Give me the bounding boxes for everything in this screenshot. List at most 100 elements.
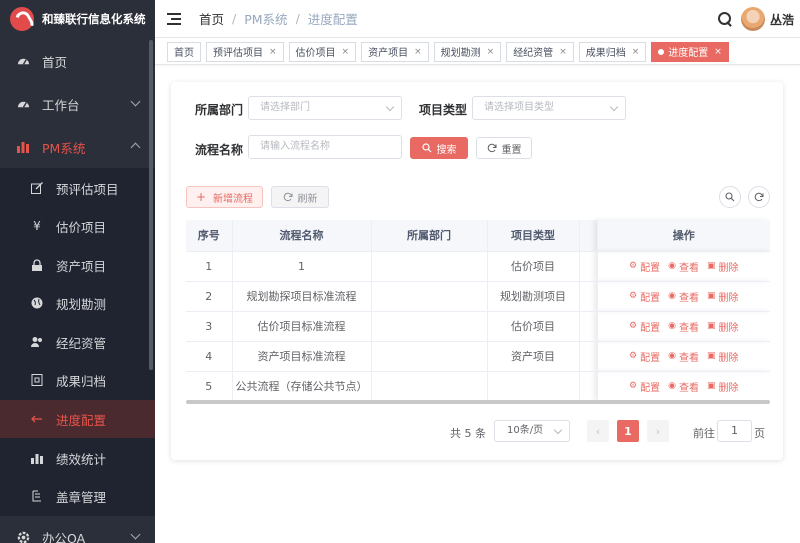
delete-button[interactable]: ▣ 删除 bbox=[707, 259, 739, 274]
close-icon[interactable]: × bbox=[632, 47, 640, 57]
search-button[interactable]: 搜索 bbox=[410, 137, 468, 159]
cell-no: 3 bbox=[186, 311, 233, 342]
edit-icon bbox=[30, 181, 44, 195]
chevron-down-icon bbox=[553, 425, 563, 435]
prev-page-button[interactable]: ‹ bbox=[587, 420, 609, 442]
cell-dept bbox=[371, 371, 488, 402]
tag-assets[interactable]: 资产项目 × bbox=[361, 41, 429, 62]
search-icon bbox=[725, 192, 735, 202]
tag-survey[interactable]: 规划勘测 × bbox=[433, 41, 502, 62]
toggle-search-button[interactable] bbox=[719, 186, 741, 208]
config-button[interactable]: ⚙ 配置 bbox=[629, 349, 660, 364]
config-button[interactable]: ⚙ 配置 bbox=[629, 379, 660, 394]
view-button[interactable]: ◉ 查看 bbox=[668, 379, 699, 394]
cell-no: 5 bbox=[186, 371, 233, 402]
sidebar-item-assets[interactable]: 资产项目 bbox=[0, 246, 155, 284]
sidebar-item-label: 估价项目 bbox=[56, 219, 107, 235]
cell-actions: ⚙ 配置 ◉ 查看 ▣ 删除 bbox=[597, 341, 770, 372]
sidebar-item-label: 预评估项目 bbox=[56, 181, 119, 197]
sidebar-item-survey[interactable]: 规划勘测 bbox=[0, 284, 155, 322]
add-flow-button[interactable]: + 新增流程 bbox=[186, 186, 263, 208]
avatar[interactable] bbox=[740, 7, 765, 31]
close-icon[interactable]: × bbox=[414, 47, 422, 57]
table-horizontal-scrollbar[interactable] bbox=[186, 400, 770, 404]
page-size-select[interactable]: 10条/页 bbox=[494, 420, 570, 442]
breadcrumb-home[interactable]: 首页 bbox=[199, 9, 224, 28]
gear-icon: ⚙ bbox=[629, 381, 638, 392]
sidebar-item-label: 规划勘测 bbox=[56, 296, 107, 312]
close-icon[interactable]: × bbox=[714, 47, 722, 57]
tag-progress-config[interactable]: 进度配置 × bbox=[651, 41, 729, 62]
view-button[interactable]: ◉ 查看 bbox=[668, 319, 699, 334]
close-icon[interactable]: × bbox=[559, 47, 567, 57]
close-icon[interactable]: × bbox=[342, 47, 350, 57]
sidebar-scrollbar[interactable] bbox=[149, 40, 153, 370]
view-button[interactable]: ◉ 查看 bbox=[668, 349, 699, 364]
refresh-table-button[interactable] bbox=[748, 186, 770, 208]
delete-button[interactable]: ▣ 删除 bbox=[707, 349, 739, 364]
sidebar-item-pm-system[interactable]: PM系统 bbox=[0, 128, 155, 166]
eye-icon: ◉ bbox=[668, 291, 676, 302]
logo-icon bbox=[10, 7, 34, 31]
config-button[interactable]: ⚙ 配置 bbox=[629, 319, 660, 334]
sidebar-item-pre-assessment[interactable]: 预评估项目 bbox=[0, 169, 155, 207]
sidebar-item-office-oa[interactable]: 办公OA bbox=[0, 518, 155, 543]
close-icon[interactable]: × bbox=[487, 47, 495, 57]
next-page-button[interactable]: › bbox=[647, 420, 669, 442]
chevron-down-icon bbox=[130, 529, 141, 540]
sidebar-item-stamp[interactable]: 盖章管理 bbox=[0, 477, 155, 515]
search-icon[interactable] bbox=[717, 11, 733, 27]
cell-name: 规划勘探项目标准流程 bbox=[232, 281, 372, 312]
cell-spacer bbox=[579, 311, 598, 342]
config-button[interactable]: ⚙ 配置 bbox=[629, 289, 660, 304]
sidebar-item-progress-config[interactable]: 进度配置 bbox=[0, 400, 155, 438]
sidebar-item-workbench[interactable]: 工作台 bbox=[0, 85, 155, 123]
delete-button[interactable]: ▣ 删除 bbox=[707, 289, 739, 304]
config-button[interactable]: ⚙ 配置 bbox=[629, 259, 660, 274]
goto-page-input[interactable]: 1 bbox=[717, 420, 752, 442]
table-row: 1 1 估价项目 ⚙ 配置 ◉ 查看 ▣ 删除 bbox=[186, 251, 770, 282]
yen-icon: ¥ bbox=[33, 219, 41, 233]
active-dot-icon bbox=[658, 48, 665, 55]
cell-type: 规划勘测项目 bbox=[487, 281, 580, 312]
sidebar-item-brokerage[interactable]: 经纪资管 bbox=[0, 323, 155, 361]
sidebar-item-label: 进度配置 bbox=[56, 412, 107, 428]
view-button[interactable]: ◉ 查看 bbox=[668, 289, 699, 304]
page-number-button[interactable]: 1 bbox=[617, 420, 639, 442]
sidebar-item-label: 资产项目 bbox=[56, 258, 107, 274]
cell-dept bbox=[371, 311, 488, 342]
lock-icon bbox=[30, 258, 44, 272]
tag-archive[interactable]: 成果归档 × bbox=[578, 41, 647, 62]
delete-button[interactable]: ▣ 删除 bbox=[707, 319, 739, 334]
type-select[interactable]: 请选择项目类型 bbox=[472, 96, 626, 120]
close-icon[interactable]: × bbox=[269, 47, 277, 57]
dept-select[interactable]: 请选择部门 bbox=[248, 96, 402, 120]
globe-icon bbox=[30, 296, 44, 310]
cell-dept bbox=[371, 281, 488, 312]
cell-spacer bbox=[579, 281, 598, 312]
tag-valuation[interactable]: 估价项目 × bbox=[288, 41, 357, 62]
flow-table: 序号 流程名称 所属部门 项目类型 操作 1 1 估价项目 ⚙ 配置 ◉ 查看 ▣ 删除 2 规划勘… bbox=[186, 220, 770, 402]
cell-actions: ⚙ 配置 ◉ 查看 ▣ 删除 bbox=[597, 311, 770, 342]
view-button[interactable]: ◉ 查看 bbox=[668, 259, 699, 274]
table-header-row: 序号 流程名称 所属部门 项目类型 操作 bbox=[186, 220, 770, 252]
user-name[interactable]: 丛浩 bbox=[770, 11, 794, 28]
delete-button[interactable]: ▣ 删除 bbox=[707, 379, 739, 394]
refresh-button[interactable]: 刷新 bbox=[271, 186, 329, 208]
sidebar-item-valuation[interactable]: ¥ 估价项目 bbox=[0, 207, 155, 245]
chevron-down-icon bbox=[385, 102, 395, 112]
cell-spacer bbox=[579, 341, 598, 372]
eye-icon: ◉ bbox=[668, 351, 676, 362]
top-header: 首页 / PM系统 / 进度配置 丛浩 bbox=[155, 0, 800, 38]
menu-toggle-icon[interactable] bbox=[167, 12, 181, 25]
name-input[interactable]: 请输入流程名称 bbox=[248, 135, 402, 159]
dept-label: 所属部门 bbox=[195, 103, 244, 117]
reset-button[interactable]: 重置 bbox=[476, 137, 532, 159]
sidebar-item-archive[interactable]: 成果归档 bbox=[0, 361, 155, 399]
sidebar-item-performance[interactable]: 绩效统计 bbox=[0, 439, 155, 477]
tag-pre-assessment[interactable]: 预评估项目 × bbox=[206, 41, 284, 62]
trash-icon: ▣ bbox=[706, 381, 716, 392]
tag-brokerage[interactable]: 经纪资管 × bbox=[506, 41, 574, 62]
tag-home[interactable]: 首页 bbox=[167, 41, 201, 62]
sidebar-item-home[interactable]: 首页 bbox=[0, 42, 155, 80]
